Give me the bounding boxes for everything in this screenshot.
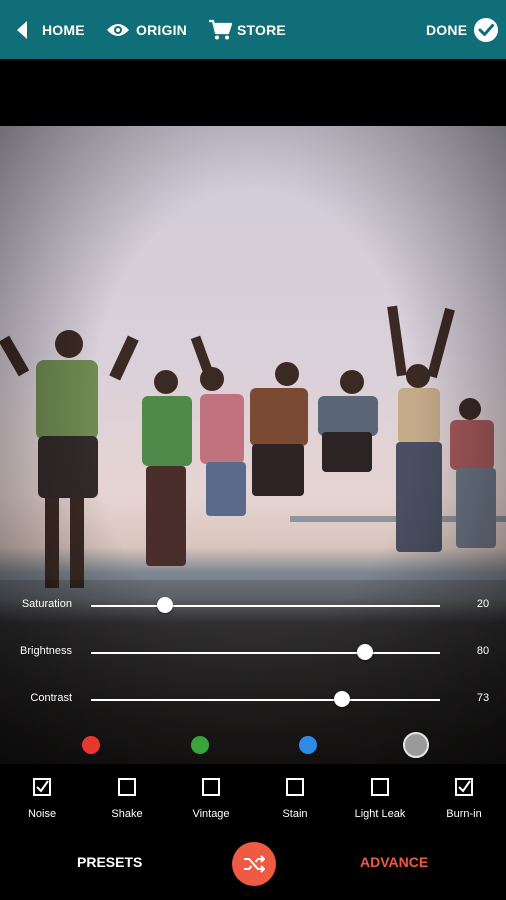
eye-icon	[107, 23, 129, 36]
contrast-value: 73	[476, 692, 490, 704]
saturation-track[interactable]	[91, 605, 440, 607]
contrast-label: Contrast	[30, 692, 72, 704]
home-button[interactable]: HOME	[14, 0, 85, 59]
brightness-label: Brightness	[20, 645, 72, 657]
store-label: STORE	[237, 21, 286, 38]
top-toolbar: HOME ORIGIN STORE DONE	[0, 0, 506, 59]
effect-stain[interactable]: Stain	[253, 766, 337, 828]
saturation-value: 20	[476, 598, 490, 610]
brightness-track[interactable]	[91, 652, 440, 654]
effect-light-leak[interactable]: Light Leak	[338, 766, 422, 828]
checkbox-empty-icon[interactable]	[202, 778, 220, 796]
effect-burn-in[interactable]: Burn-in	[422, 766, 506, 828]
contrast-slider[interactable]: Contrast 73	[0, 688, 506, 712]
store-button[interactable]: STORE	[208, 0, 286, 59]
color-swatch-gray[interactable]	[403, 732, 429, 758]
checkbox-empty-icon[interactable]	[371, 778, 389, 796]
effect-label: Noise	[27, 808, 57, 820]
home-label: HOME	[42, 21, 85, 38]
effects-bar: Noise Shake Vintage Stain Light Leak Bur…	[0, 766, 506, 828]
advance-tab[interactable]: ADVANCE	[360, 854, 428, 870]
checkbox-checked-icon[interactable]	[33, 778, 51, 796]
effect-vintage[interactable]: Vintage	[169, 766, 253, 828]
effect-label: Vintage	[192, 808, 230, 820]
saturation-slider[interactable]: Saturation 20	[0, 594, 506, 618]
effect-shake[interactable]: Shake	[85, 766, 169, 828]
contrast-knob[interactable]	[334, 691, 350, 707]
shuffle-icon	[244, 855, 265, 873]
color-swatch-red[interactable]	[82, 736, 100, 754]
brightness-value: 80	[476, 645, 490, 657]
done-label: DONE	[426, 21, 468, 38]
shuffle-button[interactable]	[232, 842, 276, 886]
origin-button[interactable]: ORIGIN	[106, 0, 187, 59]
effect-noise[interactable]: Noise	[0, 766, 84, 828]
effect-label: Light Leak	[354, 808, 406, 820]
presets-tab[interactable]: PRESETS	[77, 854, 142, 870]
color-swatch-blue[interactable]	[299, 736, 317, 754]
color-swatch-green[interactable]	[191, 736, 209, 754]
check-circle-icon	[474, 17, 499, 42]
brightness-slider[interactable]: Brightness 80	[0, 641, 506, 665]
effect-label: Stain	[282, 808, 308, 820]
effect-label: Burn-in	[446, 808, 482, 820]
done-button[interactable]: DONE	[426, 0, 499, 59]
origin-label: ORIGIN	[136, 21, 187, 38]
checkbox-empty-icon[interactable]	[286, 778, 304, 796]
back-arrow-icon	[17, 20, 27, 39]
effect-label: Shake	[111, 808, 143, 820]
cart-icon	[209, 19, 232, 39]
contrast-track[interactable]	[91, 699, 440, 701]
brightness-knob[interactable]	[357, 644, 373, 660]
saturation-knob[interactable]	[157, 597, 173, 613]
checkbox-empty-icon[interactable]	[118, 778, 136, 796]
checkbox-checked-icon[interactable]	[455, 778, 473, 796]
saturation-label: Saturation	[21, 598, 72, 610]
